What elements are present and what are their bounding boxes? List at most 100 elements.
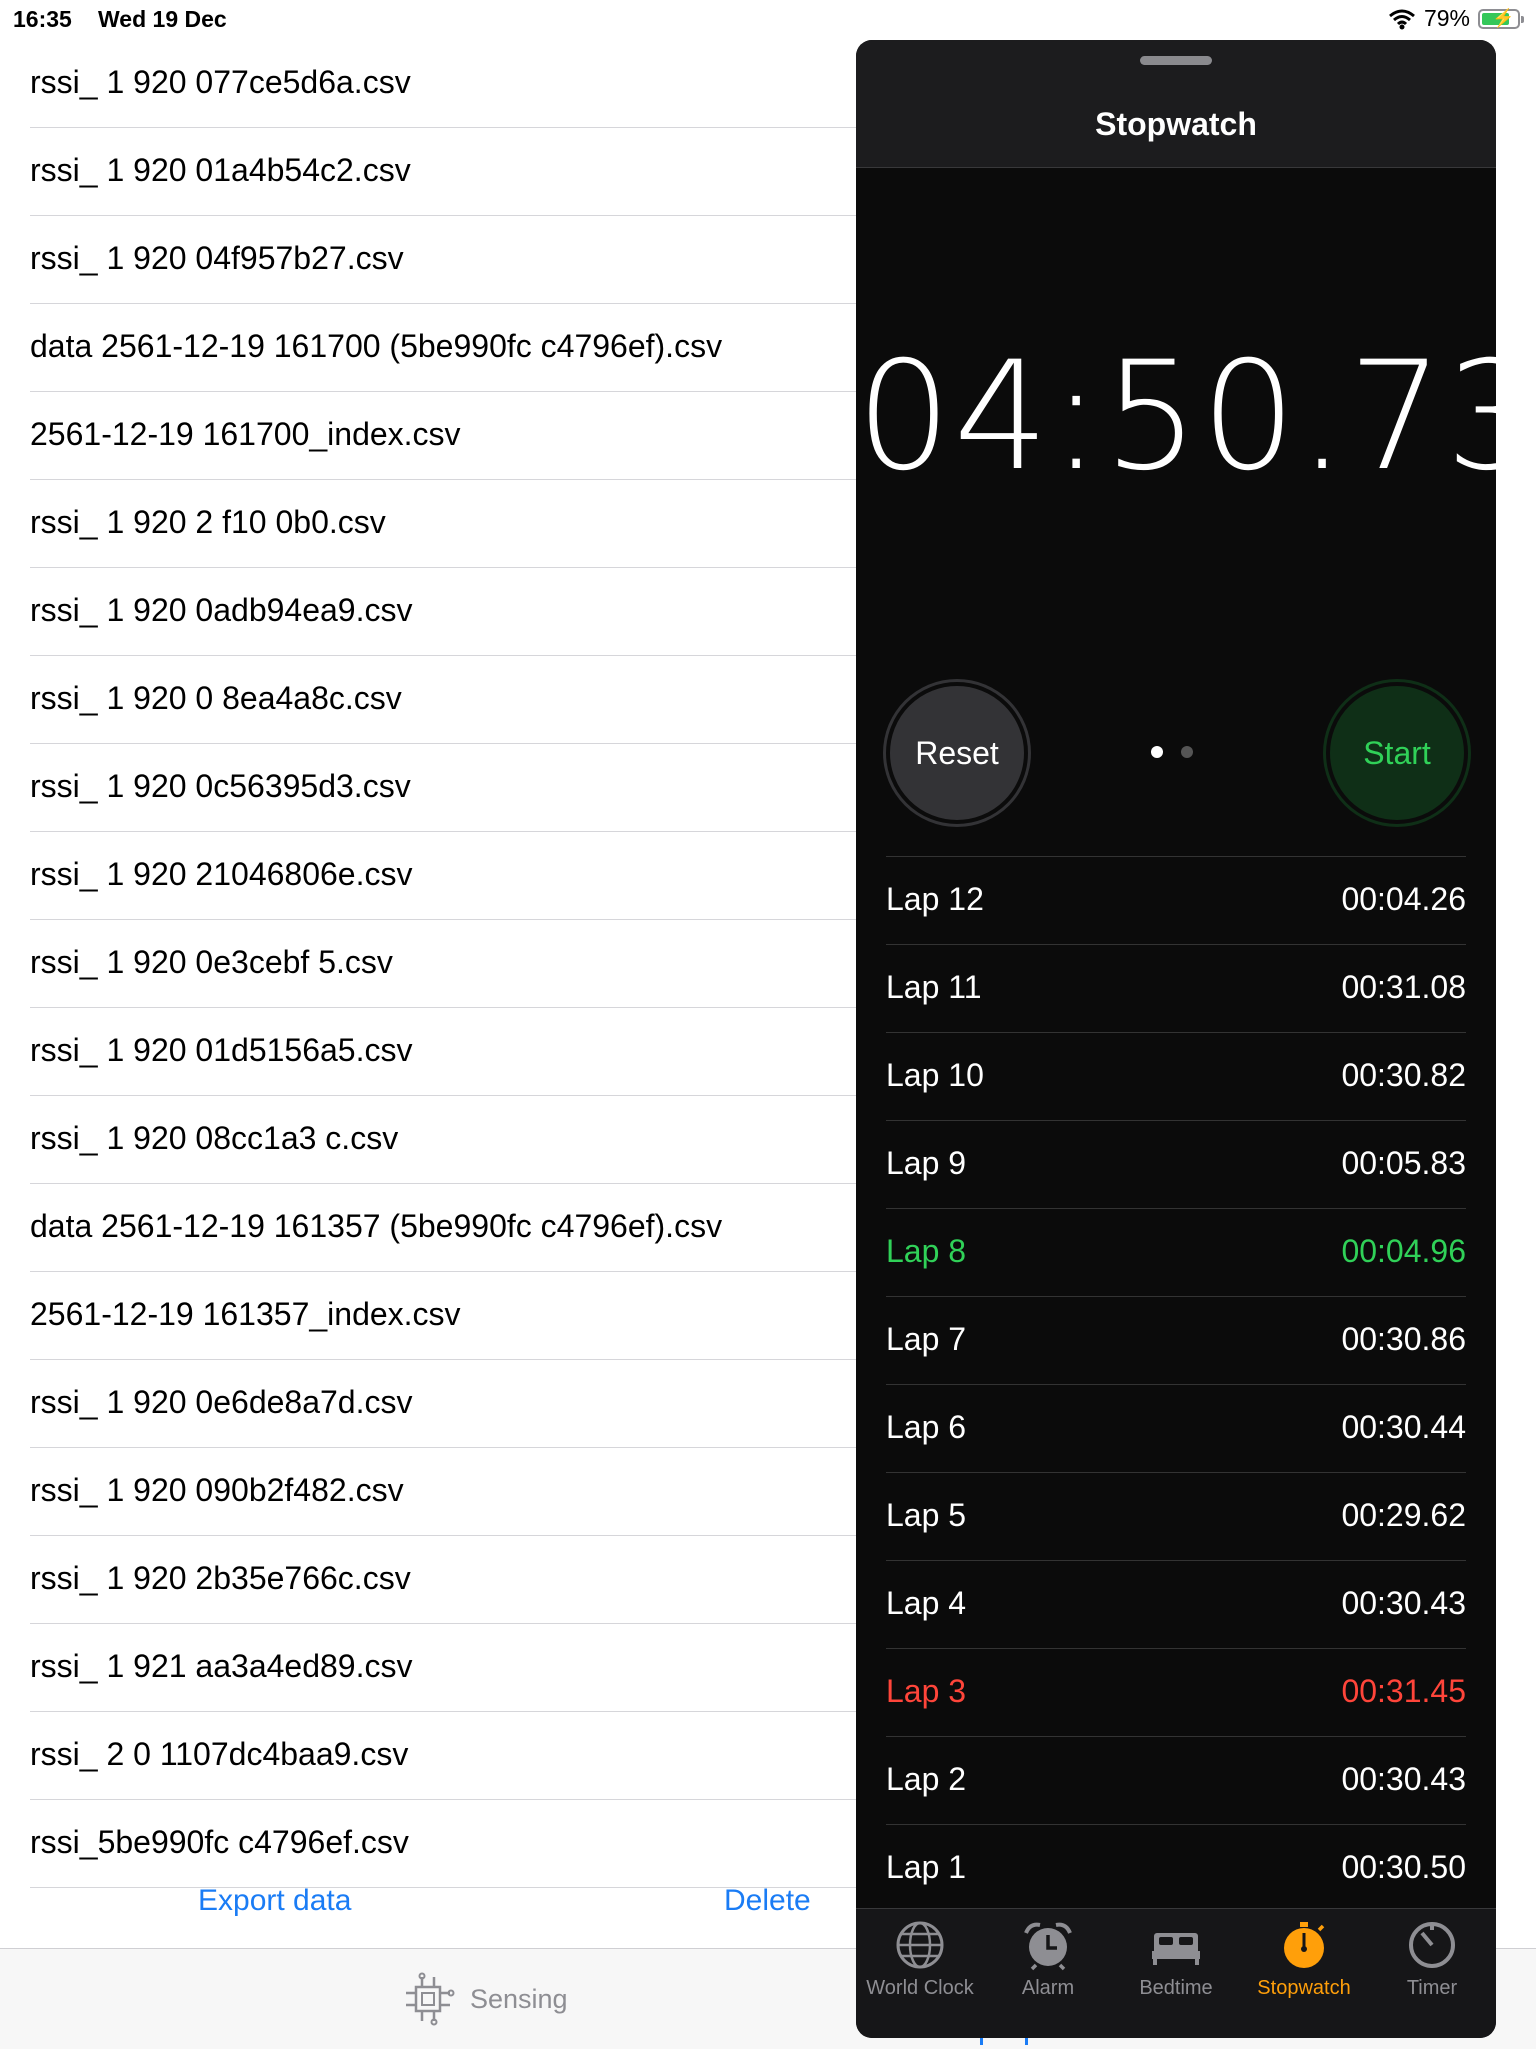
lap-row: Lap 1 00:30.50 <box>886 1824 1466 1912</box>
elapsed-time: 04:50.73 <box>856 330 1496 504</box>
file-row[interactable]: data 2561-12-19 161357 (5be990fc c4796ef… <box>30 1184 856 1272</box>
file-row[interactable]: rssi_ 1 920 01a4b54c2.csv <box>30 128 856 216</box>
timer-icon <box>1406 1919 1458 1971</box>
lap-row: Lap 12 00:04.26 <box>886 856 1466 944</box>
clock-tab-bedtime[interactable]: Bedtime <box>1112 1919 1240 2000</box>
lap-name: Lap 2 <box>886 1761 967 1797</box>
lap-row: Lap 2 00:30.43 <box>886 1736 1466 1824</box>
file-row[interactable]: rssi_ 1 920 08cc1a3 c.csv <box>30 1096 856 1184</box>
lap-time: 00:30.82 <box>1341 1057 1466 1093</box>
stopwatch-panel: Stopwatch 04:50.73 Reset Start Lap 12 00:… <box>856 40 1496 2038</box>
file-row[interactable]: rssi_ 1 920 0e6de8a7d.csv <box>30 1360 856 1448</box>
lap-name: Lap 10 <box>886 1057 984 1093</box>
lap-time: 00:29.62 <box>1341 1497 1466 1533</box>
stopwatch-icon <box>1278 1919 1330 1971</box>
file-name: rssi_ 1 920 2b35e766c.csv <box>30 1560 411 1596</box>
battery-percent: 79% <box>1423 5 1470 31</box>
clock-tab-label: Bedtime <box>1139 1977 1213 1999</box>
file-row[interactable]: rssi_ 1 920 01d5156a5.csv <box>30 1008 856 1096</box>
file-name: rssi_ 1 920 04f957b27.csv <box>30 240 404 276</box>
file-row[interactable]: rssi_ 1 920 0e3cebf 5.csv <box>30 920 856 1008</box>
delete-button[interactable]: Delete <box>724 1884 811 1918</box>
file-row[interactable]: 2561-12-19 161700_index.csv <box>30 392 856 480</box>
file-row[interactable]: rssi_ 1 920 0c56395d3.csv <box>30 744 856 832</box>
clock-tab-alarm[interactable]: Alarm <box>984 1919 1112 2000</box>
lap-row: Lap 7 00:30.86 <box>886 1296 1466 1384</box>
globe-icon <box>894 1919 946 1971</box>
start-label: Start <box>1363 734 1431 771</box>
file-name: rssi_ 1 921 aa3a4ed89.csv <box>30 1648 413 1684</box>
lap-name: Lap 5 <box>886 1497 967 1533</box>
file-list: rssi_ 1 920 077ce5d6a.csv rssi_ 1 920 01a… <box>0 40 856 1888</box>
lap-time: 00:30.43 <box>1341 1761 1466 1797</box>
file-row[interactable]: rssi_ 1 920 077ce5d6a.csv <box>30 40 856 128</box>
file-row[interactable]: rssi_5be990fc c4796ef.csv <box>30 1800 856 1888</box>
lap-name: Lap 1 <box>886 1849 967 1885</box>
lap-time: 00:30.44 <box>1341 1409 1466 1445</box>
file-row[interactable]: data 2561-12-19 161700 (5be990fc c4796ef… <box>30 304 856 392</box>
file-row[interactable]: rssi_ 1 920 0 8ea4a8c.csv <box>30 656 856 744</box>
clock-tab-stopwatch[interactable]: Stopwatch <box>1240 1919 1368 2000</box>
file-name: data 2561-12-19 161700 (5be990fc c4796ef… <box>30 328 723 364</box>
start-button[interactable]: Start <box>1326 682 1468 824</box>
status-indicators: 79% ⚡ <box>1388 5 1524 32</box>
lap-name: Lap 7 <box>886 1321 967 1357</box>
clock-tab-label: Alarm <box>1021 1977 1075 1999</box>
lap-list: Lap 12 00:04.26 Lap 11 00:31.08 Lap 10 00:30.… <box>886 856 1466 1912</box>
lap-name: Lap 6 <box>886 1409 967 1445</box>
lap-name: Lap 12 <box>886 881 984 917</box>
battery-icon: ⚡ <box>1478 7 1524 29</box>
file-name: rssi_ 1 920 0e3cebf 5.csv <box>30 944 393 980</box>
drag-handle[interactable] <box>1140 56 1212 65</box>
tab-sensing[interactable]: Sensing <box>400 1971 568 2027</box>
lap-time: 00:30.50 <box>1341 1849 1466 1885</box>
clock-tab-bar: World Clock Alarm Bedtime Stopwatch Timer <box>856 1908 1496 2038</box>
chip-icon <box>406 1972 455 2026</box>
reset-button[interactable]: Reset <box>886 682 1028 824</box>
alarm-clock-icon <box>1022 1919 1074 1971</box>
panel-title: Stopwatch <box>1095 106 1257 142</box>
lap-name: Lap 9 <box>886 1145 967 1181</box>
file-row[interactable]: rssi_ 1 921 aa3a4ed89.csv <box>30 1624 856 1712</box>
file-name: rssi_ 2 0 1107dc4baa9.csv <box>30 1736 409 1772</box>
wifi-icon <box>1388 9 1415 29</box>
lap-name: Lap 11 <box>886 969 982 1005</box>
lap-row: Lap 3 00:31.45 <box>886 1648 1466 1736</box>
file-row[interactable]: rssi_ 2 0 1107dc4baa9.csv <box>30 1712 856 1800</box>
file-name: rssi_ 1 920 2 f10 0b0.csv <box>30 504 386 540</box>
file-name: 2561-12-19 161700_index.csv <box>30 416 461 452</box>
lap-name: Lap 8 <box>886 1233 967 1269</box>
lap-row: Lap 8 00:04.96 <box>886 1208 1466 1296</box>
lap-row: Lap 4 00:30.43 <box>886 1560 1466 1648</box>
lap-time: 00:30.86 <box>1341 1321 1466 1357</box>
lap-time: 00:04.96 <box>1341 1233 1466 1269</box>
lap-time: 00:30.43 <box>1341 1585 1466 1621</box>
file-name: rssi_ 1 920 0c56395d3.csv <box>30 768 411 804</box>
export-data-button[interactable]: Export data <box>198 1884 351 1918</box>
file-name: rssi_ 1 920 0adb94ea9.csv <box>30 592 413 628</box>
file-row[interactable]: 2561-12-19 161357_index.csv <box>30 1272 856 1360</box>
file-name: rssi_ 1 920 21046806e.csv <box>30 856 413 892</box>
lap-row: Lap 11 00:31.08 <box>886 944 1466 1032</box>
bed-icon <box>1150 1919 1202 1971</box>
file-row[interactable]: rssi_ 1 920 0adb94ea9.csv <box>30 568 856 656</box>
file-row[interactable]: rssi_ 1 920 2 f10 0b0.csv <box>30 480 856 568</box>
charging-bolt-icon: ⚡ <box>1492 7 1515 28</box>
file-name: rssi_ 1 920 0e6de8a7d.csv <box>30 1384 413 1420</box>
clock-tab-label: Stopwatch <box>1257 1977 1351 1999</box>
clock-tab-timer[interactable]: Timer <box>1368 1919 1496 2000</box>
lap-row: Lap 10 00:30.82 <box>886 1032 1466 1120</box>
lap-time: 00:31.45 <box>1341 1673 1466 1709</box>
file-name: rssi_ 1 920 077ce5d6a.csv <box>30 64 411 100</box>
panel-header: Stopwatch <box>856 40 1496 168</box>
file-name: 2561-12-19 161357_index.csv <box>30 1296 461 1332</box>
page-indicator[interactable] <box>1151 746 1193 758</box>
file-row[interactable]: rssi_ 1 920 2b35e766c.csv <box>30 1536 856 1624</box>
file-row[interactable]: rssi_ 1 920 090b2f482.csv <box>30 1448 856 1536</box>
lap-time: 00:05.83 <box>1341 1145 1466 1181</box>
file-row[interactable]: rssi_ 1 920 21046806e.csv <box>30 832 856 920</box>
file-row[interactable]: rssi_ 1 920 04f957b27.csv <box>30 216 856 304</box>
clock-tab-world-clock[interactable]: World Clock <box>856 1919 984 2000</box>
lap-row: Lap 5 00:29.62 <box>886 1472 1466 1560</box>
page-dot-active <box>1151 746 1163 758</box>
